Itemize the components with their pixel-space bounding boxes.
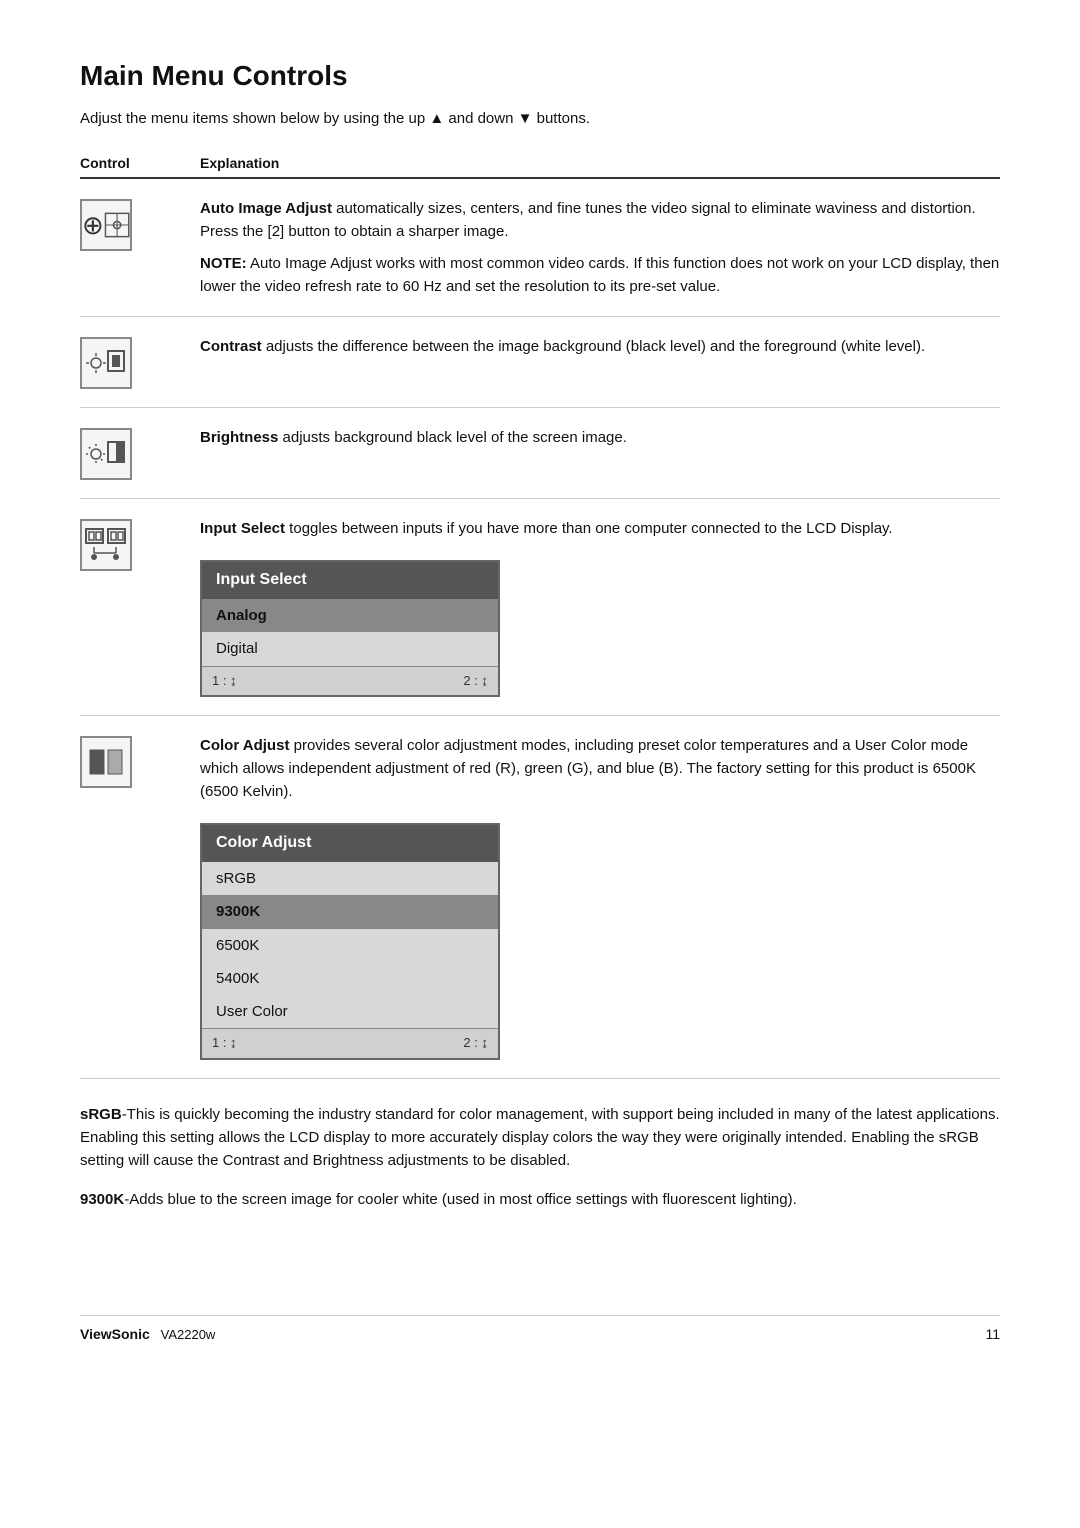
row-auto-image-adjust: Auto Image Adjust automatically sizes, c… (80, 179, 1000, 317)
input-select-icon-cell (80, 517, 200, 571)
input-select-icon (80, 519, 132, 571)
footer-model: VA2220w (153, 1327, 215, 1342)
brightness-icon-cell (80, 426, 200, 480)
contrast-desc: Contrast adjusts the difference between … (200, 335, 1000, 358)
auto-image-svg (104, 207, 130, 243)
auto-image-icon (80, 199, 132, 251)
osd-input-select-footer-left: 1 : ↨ (212, 671, 237, 691)
contrast-icon-cell (80, 335, 200, 389)
osd-input-select-analog: Analog (202, 599, 498, 632)
osd-input-select-footer: 1 : ↨ 2 : ↨ (202, 666, 498, 695)
osd-color-adjust-6500k: 6500K (202, 929, 498, 962)
srgb-paragraph: sRGB-This is quickly becoming the indust… (80, 1103, 1000, 1173)
color-adjust-icon-cell (80, 734, 200, 788)
contrast-text: Contrast adjusts the difference between … (200, 335, 1000, 358)
brightness-svg (86, 436, 126, 472)
osd-color-adjust-footer-left: 1 : ↨ (212, 1033, 237, 1053)
input-select-text: Input Select toggles between inputs if y… (200, 517, 1000, 697)
brightness-desc: Brightness adjusts background black leve… (200, 426, 1000, 449)
osd-color-adjust-srgb: sRGB (202, 862, 498, 895)
osd-color-adjust-menu: Color Adjust sRGB 9300K 6500K 5400K User… (200, 823, 500, 1059)
osd-input-select-digital: Digital (202, 632, 498, 665)
osd-input-select-title: Input Select (202, 562, 498, 599)
row-input-select: Input Select toggles between inputs if y… (80, 499, 1000, 716)
footer-brand-model: ViewSonic VA2220w (80, 1326, 215, 1342)
auto-image-adjust-icon-cell (80, 197, 200, 251)
row-contrast: Contrast adjusts the difference between … (80, 317, 1000, 408)
page-title: Main Menu Controls (80, 60, 1000, 92)
color-adjust-icon (80, 736, 132, 788)
page-number: 11 (985, 1326, 1000, 1342)
input-select-desc: Input Select toggles between inputs if y… (200, 517, 1000, 540)
osd-color-adjust-5400k: 5400K (202, 962, 498, 995)
page-content: Main Menu Controls Adjust the menu items… (0, 0, 1080, 1372)
contrast-icon (80, 337, 132, 389)
osd-input-select-menu: Input Select Analog Digital 1 : ↨ 2 : ↨ (200, 560, 500, 696)
footer-brand: ViewSonic (80, 1326, 150, 1342)
row-color-adjust: Color Adjust provides several color adju… (80, 716, 1000, 1079)
osd-color-adjust-title: Color Adjust (202, 825, 498, 862)
osd-color-adjust-9300k: 9300K (202, 895, 498, 928)
input-select-svg (84, 525, 128, 565)
table-header: Control Explanation (80, 155, 1000, 179)
page-footer: ViewSonic VA2220w 11 (80, 1315, 1000, 1342)
color-adjust-desc: Color Adjust provides several color adju… (200, 734, 1000, 804)
row-brightness: Brightness adjusts background black leve… (80, 408, 1000, 499)
9300k-paragraph: 9300K-Adds blue to the screen image for … (80, 1188, 1000, 1211)
color-adjust-text: Color Adjust provides several color adju… (200, 734, 1000, 1060)
osd-color-adjust-footer: 1 : ↨ 2 : ↨ (202, 1028, 498, 1057)
intro-text: Adjust the menu items shown below by usi… (80, 110, 1000, 127)
col-explanation-header: Explanation (200, 155, 1000, 171)
brightness-text: Brightness adjusts background black leve… (200, 426, 1000, 449)
osd-color-adjust-user-color: User Color (202, 995, 498, 1028)
osd-color-adjust-footer-right: 2 : ↨ (463, 1033, 488, 1053)
auto-image-adjust-desc: Auto Image Adjust automatically sizes, c… (200, 197, 1000, 244)
color-adjust-svg (84, 742, 128, 782)
col-control-header: Control (80, 155, 200, 171)
osd-input-select-footer-right: 2 : ↨ (463, 671, 488, 691)
contrast-svg (86, 345, 126, 381)
extra-paragraphs: sRGB-This is quickly becoming the indust… (80, 1103, 1000, 1292)
brightness-icon (80, 428, 132, 480)
auto-image-adjust-note: NOTE: Auto Image Adjust works with most … (200, 252, 1000, 299)
auto-image-adjust-text: Auto Image Adjust automatically sizes, c… (200, 197, 1000, 298)
